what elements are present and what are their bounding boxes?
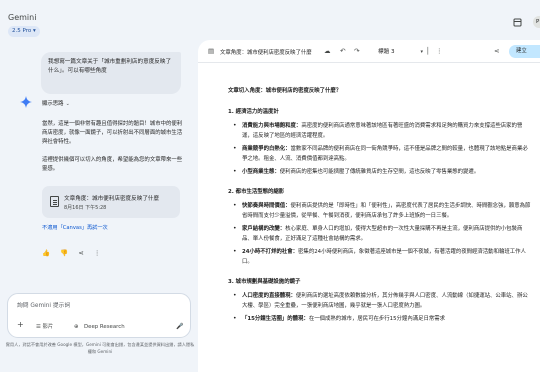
- document-card-time: 8月16日 下午5:28: [64, 205, 107, 211]
- list-item: 「15分鐘生活圈」的體現：在一個成熟的城市，居民可在步行15分鐘內滿足日常需求: [228, 314, 533, 324]
- prompt-box: + ☰ 影片 ⊕ Deep Research 🎤: [7, 293, 191, 338]
- list-item: 小型商業生態：便利商店的密集也可能擠壓了傳統雜貨店的生存空間，這也反映了零售業態…: [228, 167, 533, 177]
- section-heading: 2. 都市生活型態的縮影: [228, 189, 285, 195]
- text-style-value: 標題 3: [378, 49, 395, 55]
- canvas-document: ▤ 文章角度：城市便利店密度反映了什麼 ☁ ↶ ↷ 標題 3 ▾ │ ⋮ ⋖ 建立…: [198, 40, 540, 372]
- thumbs-up-icon[interactable]: 👍: [42, 248, 50, 258]
- more-options-icon[interactable]: ⋮: [436, 47, 443, 55]
- list-item: 家戶結構的改變：核心家庭、單身人口的增加，使得大型超市的一次性大量採購不再是主流…: [228, 224, 533, 244]
- chevron-down-icon: ▾: [420, 49, 424, 55]
- add-button[interactable]: +: [17, 321, 24, 329]
- create-button[interactable]: 建立: [509, 45, 540, 58]
- show-thinking-toggle[interactable]: 顯示思路 ⌄: [42, 99, 70, 107]
- list-item: 人口密度的直接體現：便利商店的選址高度依賴數據分析，其分佈幾乎與人口密度、人流動…: [228, 291, 533, 311]
- redo-icon[interactable]: ↷: [354, 47, 359, 55]
- document-card-title: 文章角度：城市便利店密度反映了什麼: [64, 196, 160, 202]
- list-item: 24小時不打烊的社會：密集的24小時便利商店，象徵著這座城市是一個不夜城，有著活…: [228, 247, 533, 267]
- divider-icon: │: [426, 47, 430, 55]
- document-body: 文章切入角度：城市便利店的密度反映了什麼？ 1. 經濟活力的溫度計 消費能力與市…: [228, 86, 533, 334]
- prompt-input[interactable]: [17, 301, 182, 311]
- microphone-icon[interactable]: 🎤: [176, 323, 183, 331]
- gemini-spark-icon: [20, 96, 32, 108]
- undo-icon[interactable]: ↶: [340, 47, 345, 55]
- chevron-down-icon: ⌄: [65, 101, 70, 107]
- deep-research-button[interactable]: Deep Research: [84, 323, 125, 331]
- section-heading: 3. 城市規劃與基礎設施的鏡子: [228, 279, 301, 285]
- section-heading: 1. 經濟活力的溫度計: [228, 109, 279, 115]
- document-heading: 文章切入角度：城市便利店的密度反映了什麼？: [228, 88, 342, 94]
- list-item: 商業競爭的白熱化：當數家不同品牌的便利商店在同一街角競爭時，這不僅是品牌之間的較…: [228, 144, 533, 164]
- document-card[interactable]: 文章角度：城市便利店密度反映了什麼 8月16日 下午5:28: [42, 186, 180, 218]
- show-thinking-label: 顯示思路: [42, 101, 64, 107]
- thumbs-down-icon[interactable]: 👎: [60, 248, 68, 258]
- retry-without-canvas-link[interactable]: 不適用「Canvas」再試一次: [42, 224, 108, 231]
- section-list: 快節奏與時間價值：便利商店提供的是「即時性」和「便利性」，高密度代表了居民的生活…: [228, 201, 533, 267]
- share-icon[interactable]: ⋖: [78, 248, 83, 258]
- user-message: 我想寫一篇文章关于「城市重劃利店的意度反映了什么」。可以有哪些角度: [41, 52, 181, 94]
- canvas-toggle-icon[interactable]: [513, 18, 522, 29]
- cloud-icon: ☁: [324, 47, 331, 55]
- document-icon: ▤: [208, 47, 215, 55]
- disclaimer-text: 實用人，對話不會用於改善 Google 模型，Gemini 可能會出錯，包含違某…: [5, 342, 195, 354]
- section-list: 人口密度的直接體現：便利商店的選址高度依賴數據分析，其分佈幾乎與人口密度、人流動…: [228, 291, 533, 324]
- list-item: 消費能力與市場飽和度：高密度的便利商店通常意味著該地區有著旺盛的消費需求和足夠的…: [228, 121, 533, 141]
- response-actions: 👍 👎 ⋖ ⋮: [42, 240, 105, 257]
- text-style-select[interactable]: 標題 3 ▾: [378, 47, 423, 55]
- top-bar: Gemini 2.5 Pro ▾ P: [0, 0, 540, 40]
- profile-avatar[interactable]: P: [533, 16, 540, 28]
- document-title: 文章角度：城市便利店密度反映了什麼: [220, 50, 312, 56]
- chat-panel: 我想寫一篇文章关于「城市重劃利店的意度反映了什么」。可以有哪些角度 顯示思路 ⌄ …: [0, 40, 198, 372]
- list-item: 快節奏與時間價值：便利商店提供的是「即時性」和「便利性」，高密度代表了居民的生活…: [228, 201, 533, 221]
- files-button[interactable]: ☰ 影片: [36, 323, 53, 331]
- response-paragraph: 當然，這是一個非常有趣且值得探討的題目！城市中的便利商店密度，就像一面鏡子，可以…: [42, 121, 183, 145]
- response-paragraph: 這裡提供幾個可以切入的角度，希望能為您的文章帶來一些靈感。: [42, 157, 183, 172]
- document-toolbar: ▤ 文章角度：城市便利店密度反映了什麼 ☁ ↶ ↷ 標題 3 ▾ │ ⋮ ⋖ 建立: [198, 40, 540, 63]
- section-list: 消費能力與市場飽和度：高密度的便利商店通常意味著該地區有著旺盛的消費需求和足夠的…: [228, 121, 533, 177]
- more-options-icon[interactable]: ⋮: [94, 248, 101, 258]
- document-icon: [50, 196, 59, 207]
- deep-research-icon: ⊕: [74, 324, 79, 330]
- app-brand: Gemini: [8, 13, 37, 22]
- model-selector[interactable]: 2.5 Pro ▾: [8, 26, 40, 37]
- share-icon[interactable]: ⋖: [494, 47, 499, 55]
